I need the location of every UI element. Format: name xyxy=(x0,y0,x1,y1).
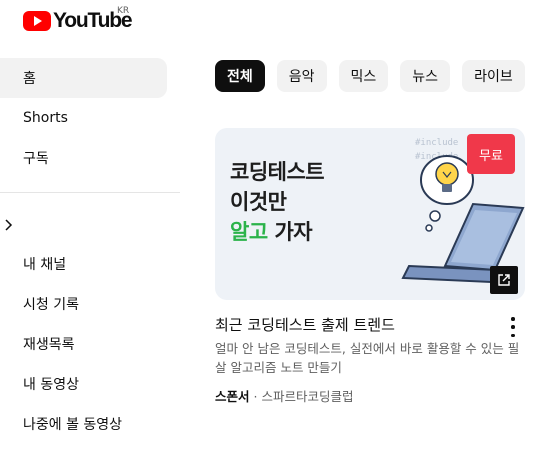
chip-mix[interactable]: 믹스 xyxy=(338,60,389,92)
external-link-button[interactable] xyxy=(490,266,518,294)
ad-thumbnail[interactable]: #include #include espace std sol 코딩테스트 이… xyxy=(215,128,525,300)
ad-title[interactable]: 최근 코딩테스트 출제 트렌드 xyxy=(215,314,395,335)
sidebar-item-label: 내 동영상 xyxy=(23,377,79,393)
sidebar-item-my-channel[interactable]: 내 채널 xyxy=(0,244,180,284)
sidebar-item-watch-later[interactable]: 나중에 볼 동영상 xyxy=(0,404,180,444)
ad-sponsor-line: 스폰서 · 스파르타코딩클럽 xyxy=(215,389,354,404)
sidebar-you-section: 내 채널 시청 기록 재생목록 내 동영상 나중에 볼 동영상 xyxy=(0,244,180,444)
sidebar-item-label: 시청 기록 xyxy=(23,297,79,313)
free-badge: 무료 xyxy=(467,134,515,174)
sidebar-item-playlists[interactable]: 재생목록 xyxy=(0,324,180,364)
sidebar-item-history[interactable]: 시청 기록 xyxy=(0,284,180,324)
chip-all[interactable]: 전체 xyxy=(215,60,265,92)
external-link-icon xyxy=(498,274,510,286)
chip-live[interactable]: 라이브 xyxy=(462,60,525,92)
chevron-right-icon[interactable] xyxy=(3,218,15,232)
sidebar-item-label: 재생목록 xyxy=(23,337,75,353)
thumbnail-headline-line1: 코딩테스트 xyxy=(230,160,325,184)
youtube-logo[interactable]: YouTube xyxy=(23,9,133,33)
sidebar: 홈 Shorts 구독 xyxy=(0,58,180,178)
filter-chips: 전체 음악 믹스 뉴스 라이브 xyxy=(215,60,525,92)
sidebar-item-label: 내 채널 xyxy=(23,257,67,273)
sidebar-item-my-videos[interactable]: 내 동영상 xyxy=(0,364,180,404)
thumbnail-headline-line3: 알고 가자 xyxy=(230,216,313,246)
region-code: KR xyxy=(117,6,130,16)
sidebar-item-label: Shorts xyxy=(23,110,68,126)
sidebar-item-label: 나중에 볼 동영상 xyxy=(23,417,123,433)
thumbnail-headline-highlight: 알고 xyxy=(230,220,268,244)
sponsored-label: 스폰서 xyxy=(215,389,250,404)
sidebar-item-label: 홈 xyxy=(23,71,36,87)
sidebar-divider xyxy=(0,192,180,193)
ad-description: 얼마 안 남은 코딩테스트, 실전에서 바로 활용할 수 있는 필살 알고리즘 … xyxy=(215,341,520,375)
advertiser-name[interactable]: 스파르타코딩클럽 xyxy=(262,389,354,404)
sidebar-item-subscriptions[interactable]: 구독 xyxy=(0,138,180,178)
thumbnail-headline-rest: 가자 xyxy=(274,220,313,244)
sidebar-item-label: 구독 xyxy=(23,151,49,167)
sidebar-item-shorts[interactable]: Shorts xyxy=(0,98,180,138)
more-options-icon[interactable] xyxy=(506,317,520,337)
thumbnail-headline-line2: 이것만 xyxy=(230,190,287,214)
sidebar-item-home[interactable]: 홈 xyxy=(0,58,167,98)
youtube-play-icon xyxy=(23,11,51,31)
chip-news[interactable]: 뉴스 xyxy=(400,60,451,92)
chip-music[interactable]: 음악 xyxy=(276,60,327,92)
